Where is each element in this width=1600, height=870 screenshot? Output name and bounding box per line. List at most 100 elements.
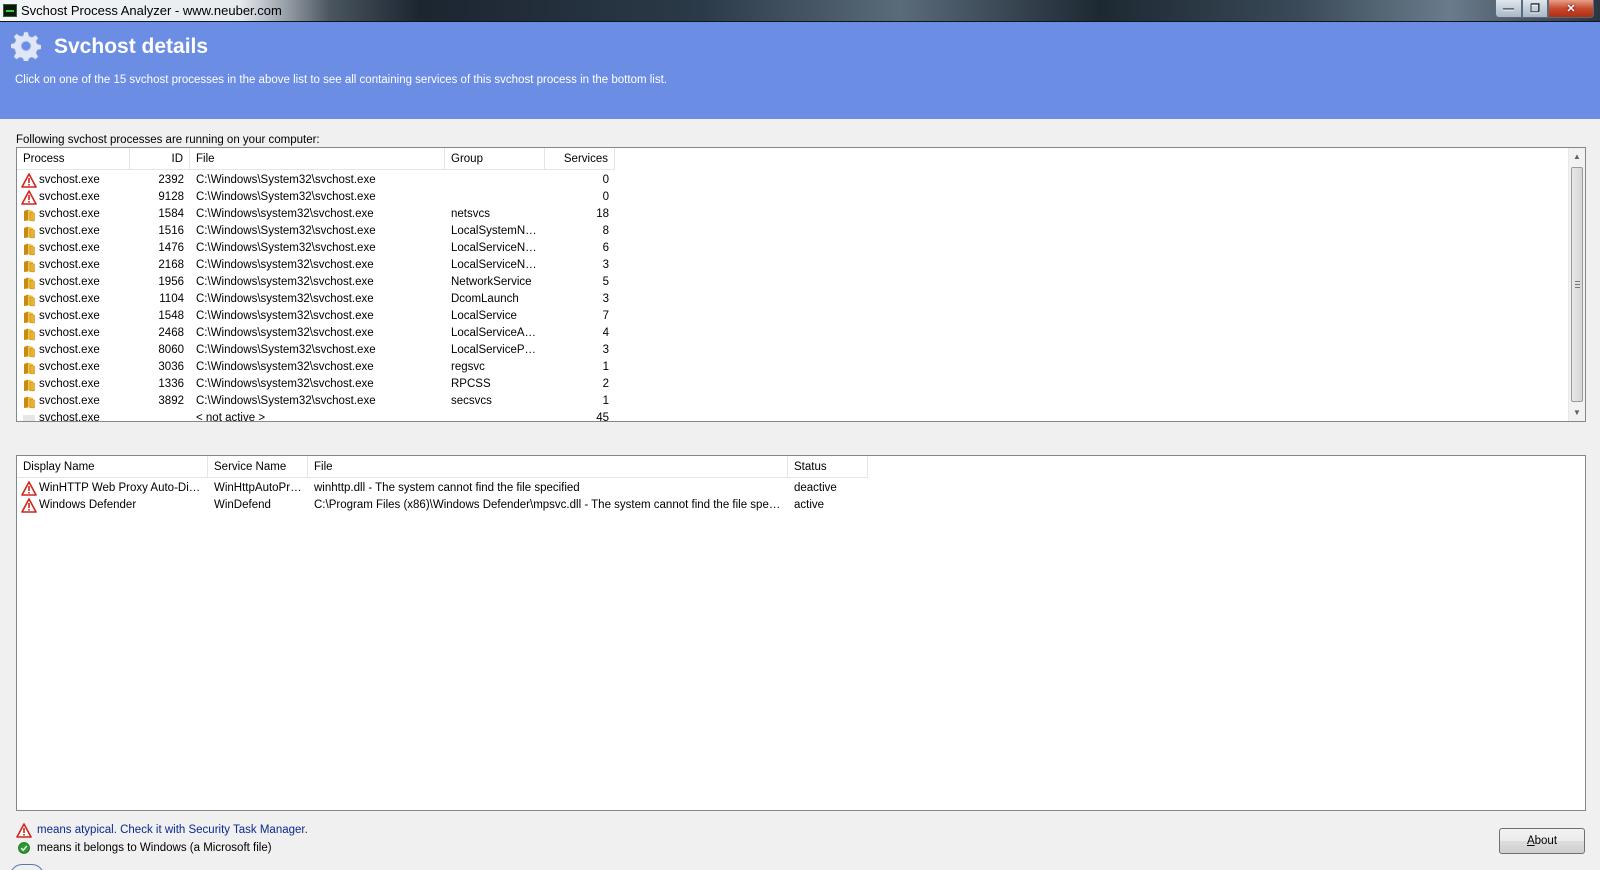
warning-icon — [16, 822, 32, 838]
table-row[interactable]: svchost.exe < not active > 45 — [17, 410, 1585, 422]
process-file: C:\Windows\System32\svchost.exe — [196, 344, 376, 356]
service-file: C:\Program Files (x86)\Windows Defender\… — [314, 499, 788, 511]
table-row[interactable]: svchost.exe 9128 C:\Windows\System32\svcho… — [17, 189, 1585, 206]
process-id — [130, 410, 190, 421]
process-group: DcomLaunch — [451, 293, 519, 305]
process-group: secsvcs — [451, 395, 492, 407]
process-group: netsvcs — [451, 208, 490, 220]
service-list[interactable]: Display Name Service Name File Status Wi… — [16, 455, 1586, 811]
table-row[interactable]: svchost.exe 2468 C:\Windows\system32\svcho… — [17, 325, 1585, 342]
process-name-cell: svchost.exe — [17, 359, 130, 376]
process-services-count: 0 — [602, 191, 609, 203]
column-header-file[interactable]: File — [190, 148, 445, 170]
process-id: 1584 — [158, 208, 184, 220]
column-header-process[interactable]: Process — [17, 148, 130, 170]
service-status: active — [794, 499, 825, 511]
folder-icon — [21, 292, 37, 308]
table-row[interactable]: svchost.exe 8060 C:\Windows\System32\svcho… — [17, 342, 1585, 359]
table-row[interactable]: svchost.exe 1104 C:\Windows\system32\svcho… — [17, 291, 1585, 308]
title-bar[interactable]: Svchost Process Analyzer - www.neuber.co… — [0, 0, 1600, 22]
scroll-up-arrow-icon[interactable]: ▲ — [1569, 148, 1585, 165]
column-header-group[interactable]: Group — [445, 148, 545, 170]
process-name-cell: svchost.exe — [17, 291, 130, 308]
folder-icon — [21, 343, 37, 359]
process-services-count: 4 — [602, 327, 609, 339]
minimize-button[interactable]: — — [1495, 0, 1522, 18]
service-display-name-cell: Windows Defender — [17, 497, 208, 514]
process-id: 8060 — [158, 344, 184, 356]
process-name: svchost.exe — [39, 378, 100, 390]
table-row[interactable]: svchost.exe 1516 C:\Windows\System32\svcho… — [17, 223, 1585, 240]
process-id: 3892 — [158, 395, 184, 407]
grip-icon — [1575, 280, 1580, 288]
header-banner: Svchost details Click on one of the 15 s… — [0, 22, 1600, 119]
process-id: 1104 — [159, 293, 184, 305]
process-name-cell: svchost.exe — [17, 308, 130, 325]
logo-icon — [10, 864, 44, 870]
table-row[interactable]: svchost.exe 1584 C:\Windows\system32\svcho… — [17, 206, 1585, 223]
process-services-count: 18 — [596, 208, 609, 220]
about-button[interactable]: About — [1499, 828, 1585, 854]
process-name: svchost.exe — [39, 191, 100, 203]
column-header-services[interactable]: Services — [545, 148, 615, 170]
legend-windows-text: means it belongs to Windows (a Microsoft… — [37, 842, 272, 854]
process-file: < not active > — [196, 412, 266, 422]
process-name: svchost.exe — [39, 361, 100, 373]
legend-atypical: means atypical. Check it with Security T… — [16, 822, 308, 838]
table-row[interactable]: WinHTTP Web Proxy Auto-Disc... WinHttpAut… — [17, 480, 1585, 497]
process-services-count: 5 — [602, 276, 609, 288]
table-row[interactable]: svchost.exe 2168 C:\Windows\system32\svcho… — [17, 257, 1585, 274]
process-name: svchost.exe — [39, 259, 100, 271]
legend-windows: means it belongs to Windows (a Microsoft… — [16, 840, 272, 856]
process-file: C:\Windows\System32\svchost.exe — [196, 225, 376, 237]
table-row[interactable]: svchost.exe 1956 C:\Windows\system32\svcho… — [17, 274, 1585, 291]
about-button-mnemonic: A — [1526, 835, 1535, 847]
process-name: svchost.exe — [39, 412, 100, 422]
process-list-body: svchost.exe 2392 C:\Windows\System32\svcho… — [17, 172, 1585, 422]
process-file: C:\Windows\System32\svchost.exe — [196, 174, 376, 186]
folder-icon — [21, 224, 37, 240]
table-row[interactable]: svchost.exe 1336 C:\Windows\system32\svcho… — [17, 376, 1585, 393]
process-group: LocalService — [451, 310, 517, 322]
scroll-down-arrow-icon[interactable]: ▼ — [1569, 404, 1585, 421]
process-group: LocalServiceNo... — [451, 259, 542, 271]
check-icon — [16, 840, 32, 856]
column-header-status[interactable]: Status — [788, 456, 868, 478]
process-name-cell: svchost.exe — [17, 342, 130, 359]
column-header-service-name[interactable]: Service Name — [208, 456, 308, 478]
column-header-display-name[interactable]: Display Name — [17, 456, 208, 478]
process-name-cell: svchost.exe — [17, 223, 130, 240]
column-header-id[interactable]: ID — [130, 148, 190, 170]
column-header-file[interactable]: File — [308, 456, 788, 478]
process-list[interactable]: Process ID File Group Services svchost.e… — [16, 147, 1586, 422]
table-row[interactable]: svchost.exe 1476 C:\Windows\System32\svcho… — [17, 240, 1585, 257]
folder-icon — [21, 258, 37, 274]
process-id: 2168 — [158, 259, 184, 271]
scrollbar-thumb[interactable] — [1571, 167, 1583, 402]
process-id: 9128 — [158, 191, 184, 203]
maximize-button[interactable]: ❐ — [1522, 0, 1548, 18]
process-list-scrollbar[interactable]: ▲ ▼ — [1568, 148, 1585, 421]
table-row[interactable]: svchost.exe 3036 C:\Windows\system32\svcho… — [17, 359, 1585, 376]
folder-icon — [21, 309, 37, 325]
service-display-name-cell: WinHTTP Web Proxy Auto-Disc... — [17, 480, 208, 497]
process-services-count: 3 — [602, 344, 609, 356]
process-file: C:\Windows\system32\svchost.exe — [196, 310, 374, 322]
process-name-cell: svchost.exe — [17, 240, 130, 257]
process-file: C:\Windows\system32\svchost.exe — [196, 327, 374, 339]
process-name-cell: svchost.exe — [17, 393, 130, 410]
process-name: svchost.exe — [39, 225, 100, 237]
table-row[interactable]: Windows Defender WinDefend C:\Program File… — [17, 497, 1585, 514]
process-file: C:\Windows\System32\svchost.exe — [196, 242, 376, 254]
window-title: Svchost Process Analyzer - www.neuber.co… — [21, 3, 282, 18]
process-id: 1516 — [158, 225, 184, 237]
process-id: 1548 — [158, 310, 184, 322]
process-file: C:\Windows\System32\svchost.exe — [196, 191, 376, 203]
table-row[interactable]: svchost.exe 3892 C:\Windows\System32\svcho… — [17, 393, 1585, 410]
service-status: deactive — [794, 482, 837, 494]
table-row[interactable]: svchost.exe 2392 C:\Windows\System32\svcho… — [17, 172, 1585, 189]
restore-icon: ❐ — [1530, 3, 1540, 15]
close-button[interactable]: ✕ — [1548, 0, 1594, 18]
table-row[interactable]: svchost.exe 1548 C:\Windows\system32\svcho… — [17, 308, 1585, 325]
process-name-cell: svchost.exe — [17, 206, 130, 223]
